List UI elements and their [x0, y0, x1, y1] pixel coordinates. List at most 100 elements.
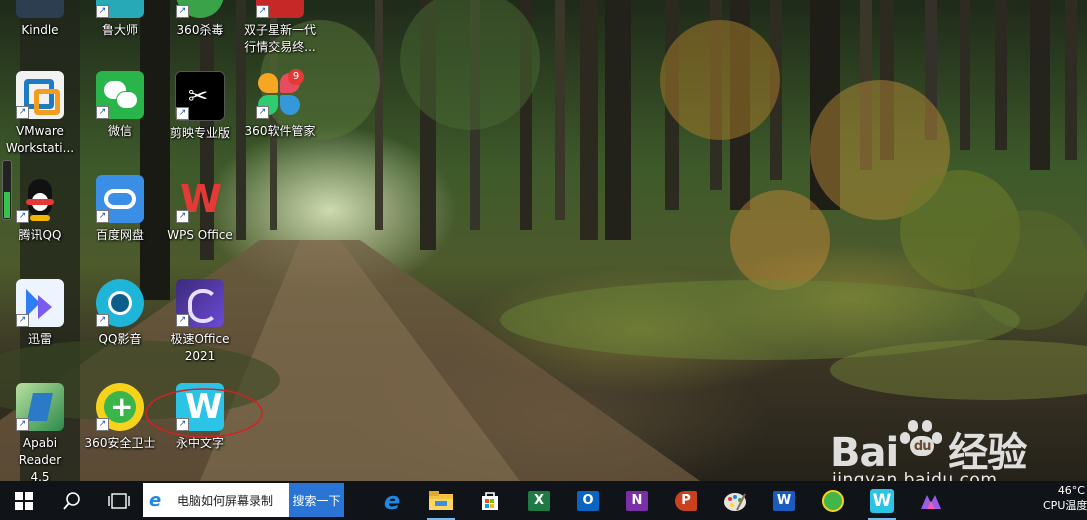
browser-search-input[interactable]: e 电脑如何屏幕录制 [143, 483, 289, 517]
desktop-icon-label: 百度网盘 [95, 228, 144, 242]
desktop-icon-jianying[interactable]: ✂ ↗ 剪映专业版 [160, 71, 240, 142]
desktop-icon-apabi-reader[interactable]: ↗ Apabi Reader 4.5 [0, 383, 80, 486]
sidebar-gauge-widget [2, 160, 12, 220]
outlook-icon: O [577, 490, 599, 511]
shortcut-arrow-icon: ↗ [256, 106, 269, 119]
app-icon [921, 494, 941, 509]
desktop-icon-qq-player[interactable]: ↗ QQ影音 [80, 279, 160, 348]
desktop-icon-label: 双子星新一代行情交易终... [243, 23, 316, 54]
desktop-icon-label: Apabi Reader 4.5 [18, 436, 62, 484]
highlight-circle [145, 388, 263, 438]
desktop-icon-label: 微信 [107, 124, 132, 138]
wps-office-icon: W ↗ [176, 175, 224, 223]
ie-icon: e [149, 489, 162, 511]
desktop-icon-label: 迅雷 [27, 332, 52, 346]
shortcut-arrow-icon: ↗ [176, 107, 189, 120]
cpu-temperature-value: 46°C [1057, 484, 1085, 497]
360-antivirus-icon: ↗ [176, 0, 224, 18]
apabi-reader-icon: ↗ [16, 383, 64, 431]
desktop-icon-label: Kindle [21, 23, 59, 37]
task-view-icon [108, 492, 130, 509]
task-view-button[interactable] [97, 481, 141, 520]
kindle-icon [16, 0, 64, 18]
360-browser-icon [822, 489, 844, 512]
desktop-icon-360-software-manager[interactable]: 9 ↗ 360软件管家 [240, 69, 320, 140]
qq-player-icon: ↗ [96, 279, 144, 327]
shuangzixing-icon: ↗ [256, 0, 304, 18]
taskbar-app-360-browser[interactable] [811, 481, 855, 520]
desktop-icon-label: 极速Office 2021 [170, 332, 230, 363]
shortcut-arrow-icon: ↗ [16, 210, 29, 223]
taskbar-app-paint[interactable] [713, 481, 757, 520]
desktop-icon-qq[interactable]: ↗ 腾讯QQ [0, 175, 80, 244]
desktop-icon-label: 剪映专业版 [169, 126, 230, 140]
360-safe-guard-icon: + ↗ [96, 383, 144, 431]
vmware-icon: ↗ [16, 71, 64, 119]
desktop-icon-jisu-office[interactable]: ↗ 极速Office 2021 [160, 279, 240, 365]
wechat-icon: ↗ [96, 71, 144, 119]
shortcut-arrow-icon: ↗ [96, 106, 109, 119]
shortcut-arrow-icon: ↗ [176, 314, 189, 327]
desktop-icon-label: VMware Workstati... [5, 124, 75, 155]
shortcut-arrow-icon: ↗ [176, 5, 189, 18]
start-button[interactable] [2, 481, 46, 520]
desktop-icon-wps-office[interactable]: W ↗ WPS Office [160, 175, 240, 244]
shortcut-arrow-icon: ↗ [16, 106, 29, 119]
desktop-icon-ludashi[interactable]: ↗ 鲁大师 [80, 0, 160, 39]
paint-icon [724, 492, 746, 511]
baidu-netdisk-icon: ↗ [96, 175, 144, 223]
watermark-paw: du [900, 420, 944, 456]
desktop-icon-label: WPS Office [167, 228, 233, 242]
windows-logo-icon [15, 491, 33, 510]
desktop-icon-xunlei[interactable]: ↗ 迅雷 [0, 279, 80, 348]
desktop-icon-360-antivirus[interactable]: ↗ 360杀毒 [160, 0, 240, 39]
file-explorer-icon [429, 490, 453, 510]
desktop-icon-vmware[interactable]: ↗ VMware Workstati... [0, 71, 80, 157]
ludashi-icon: ↗ [96, 0, 144, 18]
notification-badge: 9 [288, 69, 304, 85]
taskbar-app-outlook[interactable]: O [566, 481, 610, 520]
edge-icon: e [383, 486, 401, 515]
desktop-icon-wechat[interactable]: ↗ 微信 [80, 71, 160, 140]
qq-penguin-icon: ↗ [16, 175, 64, 223]
jianying-icon: ✂ ↗ [175, 71, 225, 121]
shortcut-arrow-icon: ↗ [96, 210, 109, 223]
cpu-temperature-widget[interactable]: 46°C CPU温度 [1043, 483, 1087, 513]
shortcut-arrow-icon: ↗ [16, 418, 29, 431]
word-icon: W [773, 490, 795, 511]
desktop-icon-label: 360杀毒 [176, 23, 224, 37]
shortcut-arrow-icon: ↗ [256, 5, 269, 18]
shortcut-arrow-icon: ↗ [96, 314, 109, 327]
cpu-temperature-label: CPU温度 [1043, 499, 1087, 512]
jisu-office-icon: ↗ [176, 279, 224, 327]
desktop-icon-label: 腾讯QQ [18, 228, 62, 242]
360-software-manager-icon: 9 ↗ [256, 69, 304, 119]
yozo-writer-icon: W [870, 488, 894, 513]
search-icon [63, 491, 80, 510]
desktop-icon-label: 鲁大师 [101, 23, 138, 37]
taskbar-app-edge[interactable]: e [370, 481, 414, 520]
taskbar-app-file-explorer[interactable] [419, 481, 463, 520]
xunlei-icon: ↗ [16, 279, 64, 327]
taskbar-app-yozo-writer[interactable]: W [860, 481, 904, 520]
taskbar-app-powerpoint[interactable]: P [664, 481, 708, 520]
search-text: 电脑如何屏幕录制 [177, 493, 274, 508]
shortcut-arrow-icon: ↗ [96, 5, 109, 18]
excel-icon: X [528, 490, 550, 511]
taskbar-app-onenote[interactable]: N [615, 481, 659, 520]
taskbar-app-other[interactable] [909, 481, 953, 520]
taskbar-app-excel[interactable]: X [517, 481, 561, 520]
shortcut-arrow-icon: ↗ [16, 314, 29, 327]
desktop-icon-kindle[interactable]: Kindle [0, 0, 80, 39]
desktop-icon-shuangzixing[interactable]: ↗ 双子星新一代行情交易终... [240, 0, 320, 56]
desktop-icon-baidu-netdisk[interactable]: ↗ 百度网盘 [80, 175, 160, 244]
desktop-icon-label: 360软件管家 [244, 124, 316, 138]
onenote-icon: N [626, 490, 648, 511]
taskbar-app-store[interactable] [468, 481, 512, 520]
taskbar-app-word[interactable]: W [762, 481, 806, 520]
store-icon [482, 491, 498, 510]
search-taskbar-button[interactable] [50, 481, 94, 520]
search-submit-button[interactable]: 搜索一下 [289, 483, 344, 517]
shortcut-arrow-icon: ↗ [176, 210, 189, 223]
powerpoint-icon: P [675, 490, 697, 511]
